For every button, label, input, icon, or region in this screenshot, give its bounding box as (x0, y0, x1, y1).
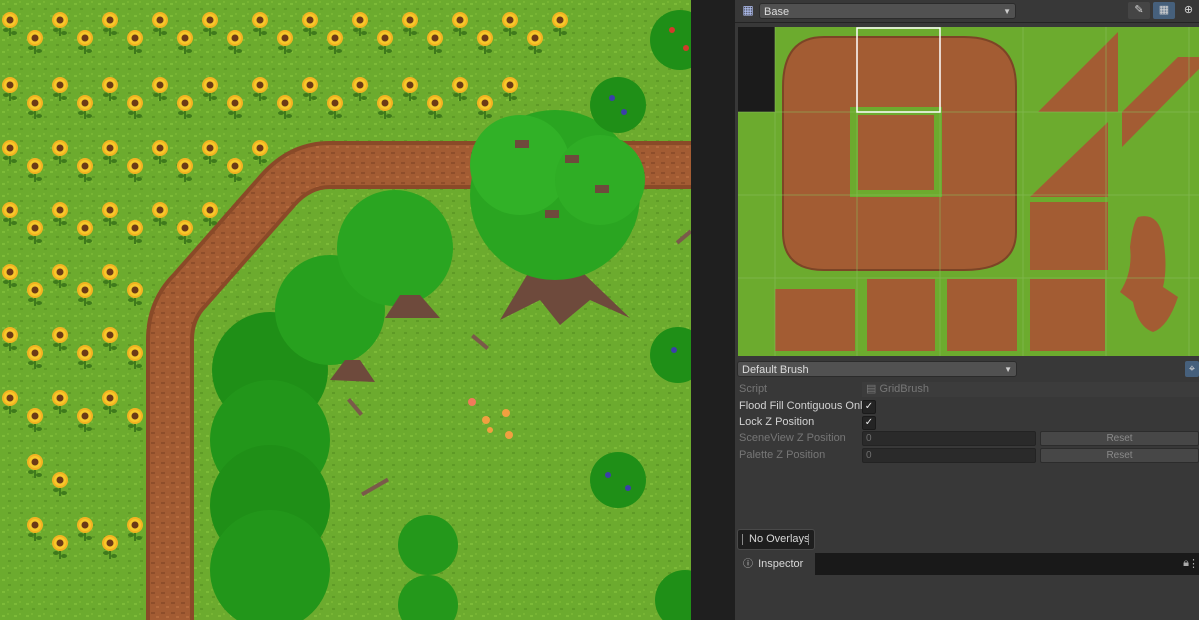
grid-icon: ▦ (1158, 4, 1170, 16)
palette-z-field[interactable]: 0 (862, 448, 1036, 463)
bottom-tile-3 (947, 279, 1017, 351)
palette-tiles[interactable] (738, 27, 1199, 356)
sceneview-z-label: SceneView Z Position (739, 432, 846, 444)
flood-fill-label: Flood Fill Contiguous Only (739, 400, 869, 412)
brush-picker-button[interactable]: ⌖ (1185, 361, 1199, 377)
bottom-tile-1 (775, 289, 855, 351)
corner-tile-1 (1030, 202, 1108, 270)
lock-z-checkbox[interactable]: ✓ (862, 416, 876, 430)
crosshair-icon: ⊕ (1183, 4, 1194, 16)
chevron-down-icon: ▼ (1004, 365, 1012, 374)
inspector-tab-bar: ⓘ Inspector 🔒︎ ⋮ (735, 553, 1199, 575)
grid-toggle-button[interactable]: ▦ (1153, 2, 1175, 19)
tab-inspector[interactable]: ⓘ Inspector (735, 553, 815, 575)
center-dirt-tile (858, 115, 934, 190)
gizmo-toggle-button[interactable]: ⊕ (1178, 2, 1199, 19)
brush-icon: ⌖ (1188, 363, 1196, 375)
pencil-icon: ✎ (1134, 4, 1144, 16)
lock-z-label: Lock Z Position (739, 416, 815, 428)
menu-icon[interactable]: ⋮ (1188, 557, 1199, 570)
script-value: GridBrush (879, 383, 929, 395)
script-label: Script (739, 383, 768, 395)
inspector-tab-label: Inspector (758, 558, 804, 570)
brush-bar: Default Brush ▼ ⌖ (735, 359, 1199, 379)
palette-toolbar: ▦ Base ▼ ✎ ▦ ⊕ (735, 0, 1199, 23)
bottom-tile-4 (1030, 279, 1105, 351)
tilemap-scene[interactable] (0, 0, 691, 620)
brush-name: Default Brush (742, 364, 809, 376)
grip-icon (808, 534, 810, 545)
overlays-toggle[interactable]: No Overlays (737, 529, 815, 550)
palette-grid[interactable] (738, 27, 1199, 356)
edit-palette-button[interactable]: ✎ (1128, 2, 1150, 19)
script-field[interactable]: ▤ GridBrush (862, 382, 1199, 397)
checkmark-icon: ✓ (864, 417, 874, 428)
script-file-icon: ▤ (866, 383, 877, 395)
sceneview-z-reset-button[interactable]: Reset (1040, 431, 1199, 446)
checkmark-icon: ✓ (864, 401, 874, 412)
scene-view[interactable] (0, 0, 691, 620)
sceneview-z-field[interactable]: 0 (862, 431, 1036, 446)
flood-fill-checkbox[interactable]: ✓ (862, 400, 876, 414)
palette-name: Base (764, 6, 790, 18)
palette-z-reset-button[interactable]: Reset (1040, 448, 1199, 463)
tile-palette-panel: ▦ Base ▼ ✎ ▦ ⊕ Default Brush ▼ ⌖ Script … (735, 0, 1199, 620)
tile-palette-icon: ▦ (742, 3, 754, 17)
bottom-tile-2 (867, 279, 935, 351)
palette-z-label: Palette Z Position (739, 449, 826, 461)
grip-icon (742, 534, 745, 545)
overlays-label: No Overlays (749, 533, 810, 545)
panel-divider (691, 0, 735, 620)
palette-dropdown[interactable]: Base ▼ (759, 3, 1016, 19)
brush-dropdown[interactable]: Default Brush ▼ (737, 361, 1017, 377)
chevron-down-icon: ▼ (1003, 7, 1011, 16)
info-icon: ⓘ (743, 559, 753, 570)
